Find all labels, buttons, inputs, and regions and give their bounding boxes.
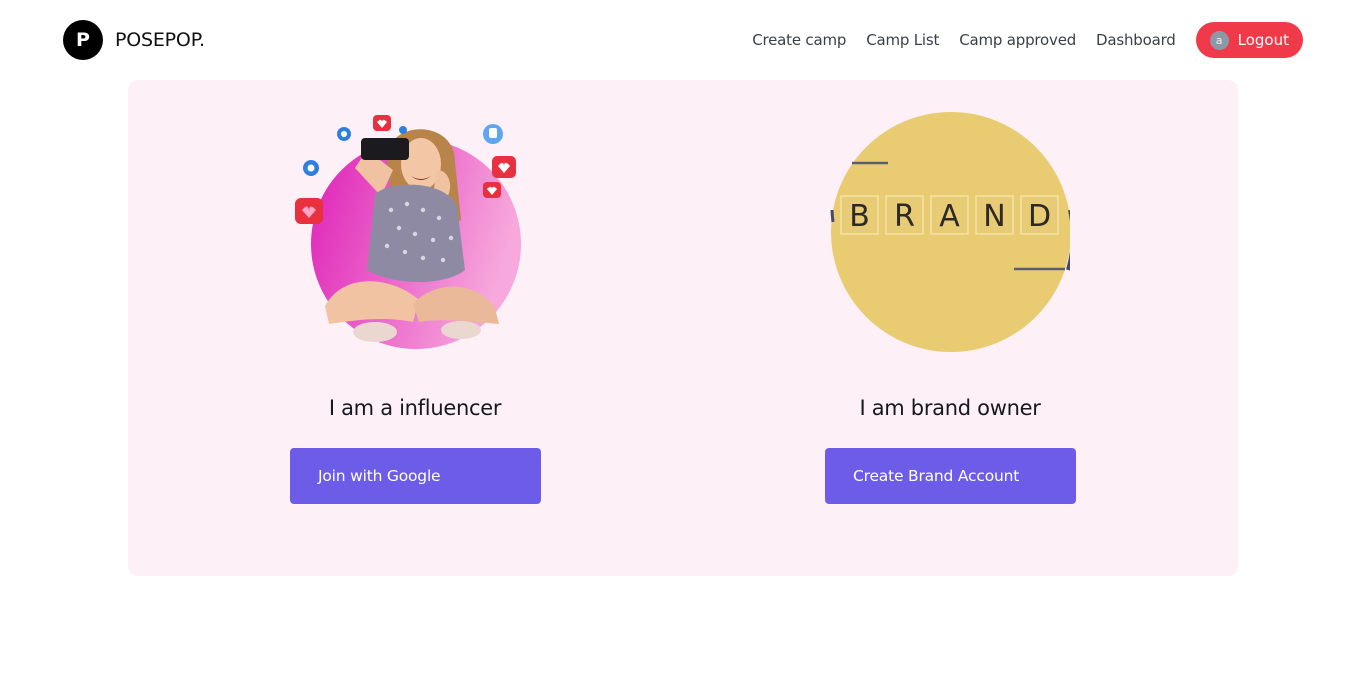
woman-selfie-illustration xyxy=(295,115,521,349)
top-navbar: P POSEPOP. Create camp Camp List Camp ap… xyxy=(0,0,1366,80)
logout-button[interactable]: a Logout xyxy=(1195,22,1303,58)
tile-letter: A xyxy=(939,199,960,234)
avatar: a xyxy=(1209,30,1229,50)
nav-create-camp[interactable]: Create camp xyxy=(752,31,846,49)
tile-letter: N xyxy=(983,199,1005,234)
logo-mark-icon: P xyxy=(63,20,103,60)
brand-owner-title: I am brand owner xyxy=(859,396,1041,420)
nav-camp-approved[interactable]: Camp approved xyxy=(959,31,1076,49)
heart-icon xyxy=(373,115,391,131)
brand-logo[interactable]: P POSEPOP. xyxy=(63,20,205,60)
brand-letter-tiles: B R A N D xyxy=(830,112,1070,352)
logout-label: Logout xyxy=(1237,31,1289,49)
nav-dashboard[interactable]: Dashboard xyxy=(1096,31,1176,49)
brand-name: POSEPOP. xyxy=(115,29,205,51)
main-nav: Create camp Camp List Camp approved Dash… xyxy=(752,22,1303,58)
nav-camp-list[interactable]: Camp List xyxy=(866,31,939,49)
influencer-title: I am a influencer xyxy=(328,396,502,420)
brand-tiles-group: B R A N D xyxy=(840,195,1059,235)
create-brand-account-button[interactable]: Create Brand Account xyxy=(825,448,1076,504)
join-with-google-button[interactable]: Join with Google xyxy=(290,448,541,504)
tile-letter: D xyxy=(1028,199,1051,234)
tile-letter: B xyxy=(849,199,870,234)
role-selection-card: I am a influencer Join with Google B R A… xyxy=(128,80,1238,576)
tile-letter: R xyxy=(894,199,915,234)
